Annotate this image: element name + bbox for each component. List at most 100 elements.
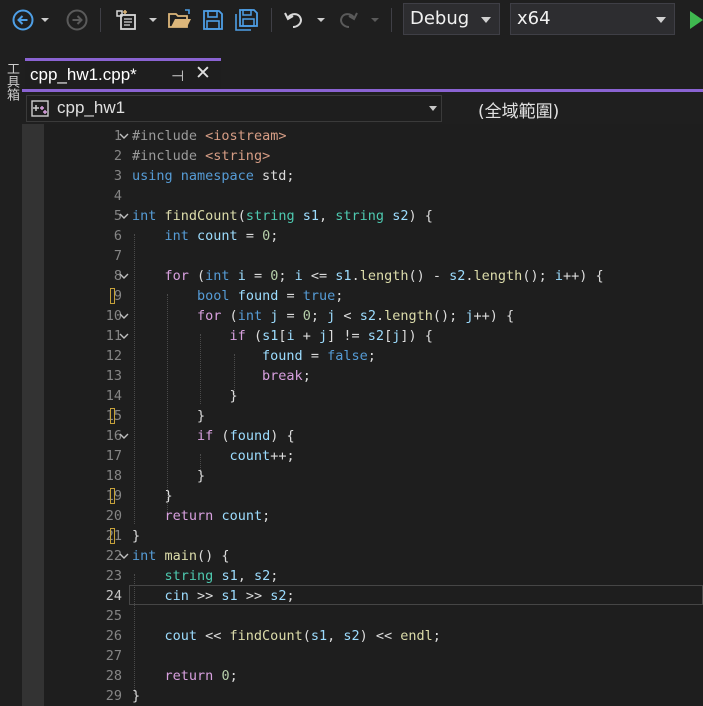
solution-configuration-value: Debug bbox=[410, 8, 470, 29]
code-text: #include <iostream> bbox=[132, 128, 287, 144]
toolbar-separator bbox=[391, 8, 392, 32]
line-number: 28 bbox=[105, 668, 122, 684]
code-line: 17 count++; bbox=[22, 446, 703, 466]
code-text: for (int i = 0; i <= s1.length() - s2.le… bbox=[164, 268, 604, 284]
line-number: 14 bbox=[105, 388, 122, 404]
code-text: cout << findCount(s1, s2) << endl; bbox=[164, 628, 441, 644]
code-line: 28 return 0; bbox=[22, 666, 703, 686]
start-debugging-button[interactable] bbox=[686, 8, 703, 32]
fold-chevron-icon[interactable] bbox=[118, 550, 130, 562]
chevron-down-icon bbox=[317, 18, 325, 22]
save-all-icon bbox=[235, 9, 258, 31]
code-line: 18 } bbox=[22, 466, 703, 486]
undo-button[interactable] bbox=[281, 8, 307, 32]
undo-dropdown[interactable] bbox=[314, 8, 328, 32]
code-line: 12 found = false; bbox=[22, 346, 703, 366]
pin-icon[interactable]: ⊣ bbox=[171, 67, 184, 85]
navigate-back-dropdown[interactable] bbox=[38, 8, 52, 32]
open-file-button[interactable] bbox=[166, 8, 194, 32]
line-number: 23 bbox=[105, 568, 122, 584]
line-number: 4 bbox=[113, 188, 122, 204]
code-text: count++; bbox=[229, 448, 295, 464]
code-line: 22 int main() { bbox=[22, 546, 703, 566]
fold-chevron-icon[interactable] bbox=[118, 310, 130, 322]
code-text: } bbox=[132, 488, 173, 504]
code-editor[interactable]: 1 #include <iostream> 2 #include <string… bbox=[22, 124, 703, 706]
code-text: } bbox=[132, 388, 238, 404]
navigate-back-button[interactable] bbox=[10, 8, 36, 32]
code-text: break; bbox=[262, 368, 311, 384]
redo-dropdown[interactable] bbox=[368, 8, 382, 32]
close-icon[interactable]: ✕ bbox=[195, 62, 211, 84]
line-number: 11 bbox=[105, 328, 122, 344]
redo-icon bbox=[339, 12, 358, 28]
line-number: 2 bbox=[113, 148, 122, 164]
solution-configuration-select[interactable]: Debug bbox=[403, 3, 500, 35]
toolbox-tab[interactable]: 工具箱 bbox=[3, 62, 19, 101]
new-project-button[interactable] bbox=[112, 8, 142, 32]
fold-chevron-icon[interactable] bbox=[118, 270, 130, 282]
code-text: } bbox=[132, 408, 206, 424]
code-line: 15 } bbox=[22, 406, 703, 426]
code-text: int main() { bbox=[132, 548, 230, 564]
line-number: 18 bbox=[105, 468, 122, 484]
code-text: return count; bbox=[164, 508, 271, 524]
redo-button[interactable] bbox=[335, 8, 361, 32]
fold-chevron-icon[interactable] bbox=[118, 210, 130, 222]
code-text: if (s1[i + j] != s2[j]) { bbox=[229, 328, 433, 344]
solution-platform-select[interactable]: x64 bbox=[510, 3, 675, 35]
tab-filename: cpp_hw1.cpp* bbox=[30, 65, 137, 84]
line-number: 29 bbox=[105, 688, 122, 704]
code-line: 27 bbox=[22, 646, 703, 666]
code-line: 2 #include <string> bbox=[22, 146, 703, 166]
project-icon bbox=[31, 100, 51, 122]
code-line: 9 bool found = true; bbox=[22, 286, 703, 306]
chevron-down-icon bbox=[656, 17, 666, 23]
chevron-down-icon bbox=[429, 106, 437, 111]
line-number: 10 bbox=[105, 308, 122, 324]
fold-chevron-icon[interactable] bbox=[118, 130, 130, 142]
code-line: 29 } bbox=[22, 686, 703, 706]
fold-chevron-icon[interactable] bbox=[118, 330, 130, 342]
fold-chevron-icon[interactable] bbox=[118, 430, 130, 442]
code-line: 23 string s1, s2; bbox=[22, 566, 703, 586]
new-project-icon bbox=[116, 10, 136, 30]
toolbar-separator bbox=[271, 8, 272, 32]
save-all-button[interactable] bbox=[233, 8, 261, 32]
tab-cpp-hw1[interactable]: cpp_hw1.cpp* ⊣ ✕ bbox=[25, 58, 221, 90]
scope-name: (全域範圍) bbox=[478, 102, 560, 122]
code-text: int findCount(string s1, string s2) { bbox=[132, 208, 433, 224]
line-number: 3 bbox=[113, 168, 122, 184]
code-text: } bbox=[132, 528, 141, 544]
line-number: 16 bbox=[105, 428, 122, 444]
line-number: 13 bbox=[105, 368, 122, 384]
folder-open-icon bbox=[168, 9, 191, 28]
project-select[interactable]: cpp_hw1 bbox=[26, 95, 442, 122]
line-number: 25 bbox=[105, 608, 122, 624]
back-arrow-icon bbox=[12, 9, 34, 31]
project-name: cpp_hw1 bbox=[57, 98, 126, 117]
code-text: if (found) { bbox=[197, 428, 295, 444]
line-number: 22 bbox=[105, 548, 122, 564]
line-number: 7 bbox=[113, 248, 122, 264]
code-text: found = false; bbox=[262, 348, 376, 364]
code-line-current: 24 cin >> s1 >> s2; bbox=[22, 586, 703, 606]
line-number: 26 bbox=[105, 628, 122, 644]
scope-select[interactable]: (全域範圍) bbox=[450, 95, 703, 122]
code-line: 16 if (found) { bbox=[22, 426, 703, 446]
document-tab-row: cpp_hw1.cpp* ⊣ ✕ bbox=[22, 40, 703, 92]
forward-arrow-icon bbox=[66, 9, 88, 31]
navigate-forward-button[interactable] bbox=[64, 8, 90, 32]
code-line: 26 cout << findCount(s1, s2) << endl; bbox=[22, 626, 703, 646]
save-button[interactable] bbox=[200, 8, 226, 32]
line-number: 8 bbox=[113, 268, 122, 284]
code-text: for (int j = 0; j < s2.length(); j++) { bbox=[197, 308, 515, 324]
change-marker bbox=[110, 408, 115, 424]
line-number: 27 bbox=[105, 648, 122, 664]
code-line: 1 #include <iostream> bbox=[22, 126, 703, 146]
change-marker bbox=[110, 528, 115, 544]
code-line: 13 break; bbox=[22, 366, 703, 386]
new-project-dropdown[interactable] bbox=[146, 8, 160, 32]
change-marker bbox=[110, 488, 115, 504]
chevron-down-icon bbox=[41, 18, 49, 22]
